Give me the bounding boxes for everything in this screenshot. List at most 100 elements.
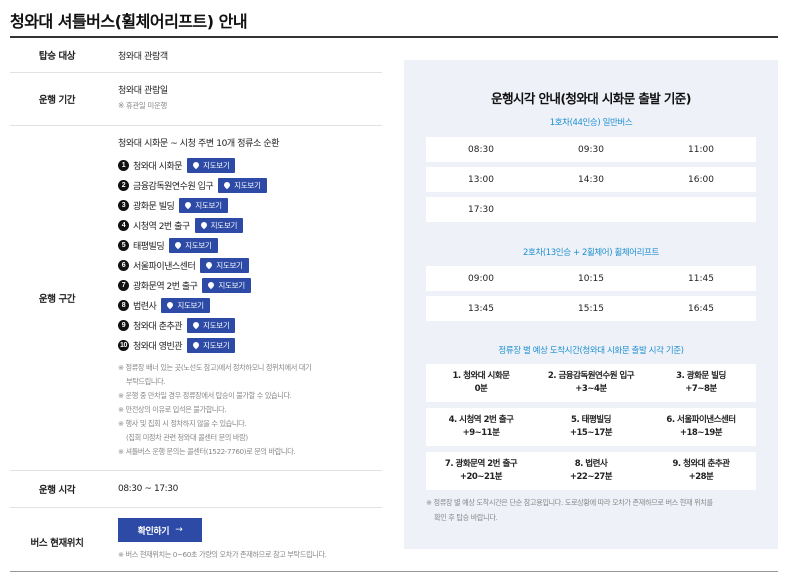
stop-number: 1	[118, 159, 129, 171]
bus1-timetable: 08:30 09:30 11:00 13:00 14:30 16:00 17:30	[426, 137, 756, 227]
arrival-stop: 8. 법련사	[574, 459, 608, 469]
timetable-row: 13:45 15:15 16:45	[426, 296, 756, 321]
stop-name: 금융감독원연수원 입구	[133, 181, 214, 192]
departure-time: 11:00	[688, 144, 714, 155]
departure-time	[646, 197, 756, 222]
row-time: 운행 시각 08:30 ~ 17:30	[10, 471, 382, 508]
arrival-time: +15~17분	[569, 428, 613, 438]
info-table: 탑승 대상 청와대 관람객 운행 기간 청와대 관람일 ※ 휴관일 미운행 운행…	[10, 38, 382, 576]
map-view-label: 지도보기	[218, 280, 245, 290]
map-view-button[interactable]: 지도보기	[187, 337, 236, 353]
map-pin-icon	[191, 340, 201, 350]
departure-time: 17:30	[468, 204, 494, 215]
bottom-divider	[10, 571, 778, 572]
map-view-button[interactable]: 지도보기	[169, 237, 218, 253]
time-label: 운행 시각	[38, 485, 76, 496]
check-location-button[interactable]: 확인하기 →	[118, 518, 202, 542]
stop-number: 9	[118, 319, 129, 331]
map-view-button[interactable]: 지도보기	[194, 217, 244, 233]
period-label: 운행 기간	[38, 95, 76, 106]
row-period: 운행 기간 청와대 관람일 ※ 휴관일 미운행	[10, 73, 382, 126]
arrival-cell: 5. 태평빌딩 +15~17분	[536, 408, 646, 446]
map-view-button[interactable]: 지도보기	[187, 317, 236, 333]
arrival-cell: 4. 시청역 2번 출구 +9~11분	[426, 408, 536, 446]
map-view-label: 지도보기	[203, 340, 230, 350]
schedule-note: ※ 정류장 별 예상 도착시간은 단순 참고용입니다. 도로상황에 따라 오차가…	[426, 495, 762, 525]
target-value: 청와대 관람객	[118, 51, 168, 62]
stop-number: 3	[118, 199, 129, 211]
stop-list: 1 청와대 시화문 지도보기 2 금융감독원연수원 입구 지도보기 3 광화문 빌딩 지도보기 4…	[118, 155, 382, 355]
arrival-cell: 8. 법련사 +22~27분	[536, 452, 646, 490]
departure-time: 13:45	[468, 303, 494, 314]
arrow-right-icon: →	[175, 525, 183, 535]
map-view-label: 지도보기	[177, 300, 204, 310]
arrival-cell: 1. 청와대 시화문 0분	[426, 364, 536, 402]
stop-name: 청와대 시화문	[133, 161, 183, 172]
arrival-time: +9~11분	[462, 428, 500, 438]
stop-name: 서울파이낸스센터	[133, 261, 196, 272]
stop-item: 3 광화문 빌딩 지도보기	[118, 195, 382, 215]
departure-time: 16:45	[688, 303, 714, 314]
departure-time: 13:00	[468, 174, 494, 185]
arrival-table: 1. 청와대 시화문 0분 2. 금융감독원연수원 입구 +3~4분 3. 광화문 빌딩…	[426, 364, 756, 496]
stop-number: 10	[118, 339, 129, 351]
bus1-title: 1호차(44인승) 일반버스	[549, 118, 633, 128]
arrival-stop: 5. 태평빌딩	[571, 415, 611, 425]
bus2-title: 2호차(13인승 + 2휠체어) 휠체어리프트	[523, 248, 659, 258]
departure-time: 09:30	[578, 144, 604, 155]
row-location: 버스 현재위치 확인하기 → ※ 버스 현재위치는 0~60초 가량의 오차가 …	[10, 508, 382, 576]
stop-item: 6 서울파이낸스센터 지도보기	[118, 255, 382, 275]
timetable-row: 08:30 09:30 11:00	[426, 137, 756, 162]
map-pin-icon	[166, 300, 175, 310]
timetable-row: 09:00 10:15 11:45	[426, 266, 756, 291]
departure-time: 15:15	[578, 303, 604, 314]
route-notes: ※ 정류장 배너 있는 곳(노선도 참고)에서 정차하오니 정위치에서 대기 부…	[118, 361, 382, 459]
map-view-button[interactable]: 지도보기	[161, 297, 210, 313]
departure-time: 11:45	[688, 273, 714, 284]
map-view-button[interactable]: 지도보기	[187, 157, 236, 173]
stop-name: 청와대 춘추관	[133, 321, 183, 332]
stop-number: 7	[118, 279, 129, 291]
map-view-label: 지도보기	[203, 320, 230, 330]
stop-name: 시청역 2번 출구	[133, 221, 190, 232]
route-label: 운행 구간	[38, 294, 76, 305]
arrival-row: 4. 시청역 2번 출구 +9~11분 5. 태평빌딩 +15~17분 6. 서울파이낸…	[426, 408, 756, 446]
arrival-time: +7~8분	[685, 384, 717, 394]
stop-number: 5	[118, 239, 129, 251]
stop-number: 6	[118, 259, 129, 271]
map-pin-icon	[184, 200, 193, 210]
arrival-stop: 4. 시청역 2번 출구	[448, 415, 514, 425]
map-pin-icon	[191, 160, 201, 170]
map-view-label: 지도보기	[216, 260, 243, 270]
map-pin-icon	[205, 260, 214, 270]
arrival-stop: 6. 서울파이낸스센터	[666, 415, 736, 425]
location-label: 버스 현재위치	[30, 538, 84, 549]
departure-time: 09:00	[468, 273, 494, 284]
check-location-label: 확인하기	[137, 526, 170, 537]
stop-item: 1 청와대 시화문 지도보기	[118, 155, 382, 175]
map-view-button[interactable]: 지도보기	[202, 277, 251, 293]
stop-name: 청와대 영빈관	[133, 341, 183, 352]
map-view-button[interactable]: 지도보기	[218, 177, 267, 193]
arrival-title: 정류장 별 예상 도착시간(청와대 시화문 출발 시각 기준)	[498, 346, 684, 356]
map-view-button[interactable]: 지도보기	[200, 257, 249, 273]
timetable-row: 13:00 14:30 16:00	[426, 167, 756, 192]
stop-item: 7 광화문역 2번 출구 지도보기	[118, 275, 382, 295]
location-note: ※ 버스 현재위치는 0~60초 가량의 오차가 존재하므로 참고 부탁드립니다…	[118, 550, 327, 559]
arrival-time: 0분	[474, 384, 488, 394]
page-title: 청와대 셔틀버스(휠체어리프트) 안내	[10, 12, 248, 31]
arrival-stop: 1. 청와대 시화문	[452, 371, 510, 381]
arrival-time: +18~19분	[679, 428, 723, 438]
map-view-button[interactable]: 지도보기	[179, 197, 228, 213]
row-route: 운행 구간 청와대 시화문 ~ 시청 주변 10개 정류소 순환 1 청와대 시화…	[10, 126, 382, 471]
row-target: 탑승 대상 청와대 관람객	[10, 38, 382, 73]
departure-time: 10:15	[578, 273, 604, 284]
map-pin-icon	[199, 220, 208, 230]
period-note: ※ 휴관일 미운행	[118, 101, 167, 110]
stop-item: 4 시청역 2번 출구 지도보기	[118, 215, 382, 235]
route-note: ※ 정류장 배너 있는 곳(노선도 참고)에서 정차하오니 정위치에서 대기	[118, 363, 312, 372]
stop-name: 태평빌딩	[133, 241, 165, 252]
stop-item: 9 청와대 춘추관 지도보기	[118, 315, 382, 335]
map-pin-icon	[222, 180, 232, 190]
arrival-stop: 3. 광화문 빌딩	[676, 371, 726, 381]
